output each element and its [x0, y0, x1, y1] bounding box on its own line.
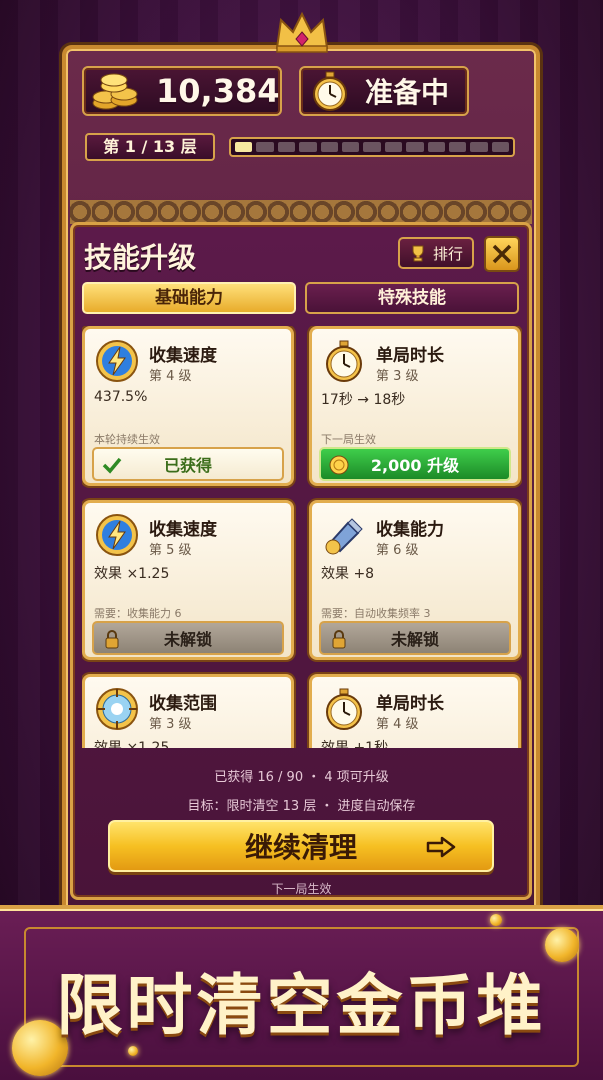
skill-card: 收集速度 第 4 级 437.5% 本轮持续生效 已获得: [82, 326, 294, 486]
stopwatch-icon: [326, 688, 362, 730]
progress-segment: [235, 142, 253, 152]
lightning-icon: [96, 340, 138, 382]
coin-icon: [490, 914, 502, 926]
skill-level: 第 3 级: [149, 717, 192, 732]
promo-title: 限时清空金币堆: [56, 966, 547, 1044]
skill-effect: 效果 +1秒: [321, 740, 389, 748]
continue-button[interactable]: 继续清理: [108, 820, 494, 872]
skill-name: 收集速度: [149, 520, 217, 540]
skill-effect: 效果 ×1.25: [94, 740, 170, 748]
skill-level: 第 4 级: [376, 717, 419, 732]
goal-text: 目标：限时清空 13 层 ・ 进度自动保存: [187, 799, 416, 814]
crown-icon: [275, 11, 329, 53]
level-indicator: 第 1 / 13 层: [85, 133, 215, 161]
skill-level: 第 4 级: [149, 369, 192, 384]
progress-segment: [320, 142, 338, 152]
arrow-right-icon: [426, 836, 456, 858]
coin-icon: [329, 455, 349, 475]
close-button[interactable]: [484, 236, 520, 272]
skill-name: 收集范围: [149, 694, 217, 714]
progress-segment: [448, 142, 467, 152]
progress-segment: [341, 142, 360, 152]
progress-segment: [256, 142, 274, 152]
rank-label: 排行: [432, 244, 463, 263]
magnet-icon: [325, 518, 363, 555]
locked-button: 未解锁: [92, 621, 284, 655]
trophy-icon: [412, 245, 424, 262]
close-icon: [492, 244, 512, 264]
footer-note: 下一局生效: [271, 882, 332, 896]
lock-icon: [332, 630, 346, 649]
coin-stack-icon: [92, 73, 138, 110]
skill-note: 下一局生效: [321, 433, 376, 446]
skill-effect: 437.5%: [94, 389, 148, 405]
locked-button: 未解锁: [319, 621, 511, 655]
coin-pile-strip: [70, 200, 532, 224]
checkmark-icon: [102, 457, 122, 474]
level-progress-bar: [229, 137, 515, 157]
skill-name: 收集速度: [149, 346, 217, 366]
skill-effect: 17秒 → 18秒: [321, 392, 406, 408]
upgrade-button[interactable]: 2,000 升级: [319, 447, 511, 481]
lightning-icon: [96, 514, 138, 556]
tab-basic-abilities[interactable]: 基础能力: [82, 282, 296, 314]
skill-name: 单局时长: [376, 346, 444, 366]
continue-label: 继续清理: [244, 831, 357, 864]
progress-segment: [299, 142, 317, 152]
target-icon: [96, 688, 138, 730]
skill-level: 第 3 级: [376, 369, 419, 384]
skill-card: 单局时长 第 4 级 效果 +1秒: [309, 674, 521, 748]
lock-icon: [105, 630, 119, 649]
skill-requirement: 需要：收集能力 6: [94, 607, 182, 620]
tab-special-skills[interactable]: 特殊技能: [305, 282, 519, 314]
skill-effect: 效果 +8: [321, 566, 375, 582]
progress-segment: [406, 142, 424, 152]
progress-segment: [277, 142, 296, 152]
locked-label: 未解锁: [390, 630, 439, 649]
skill-level: 第 5 级: [149, 543, 192, 558]
progress-segment: [427, 142, 445, 152]
status-text: 准备中: [365, 76, 450, 109]
round-status: 准备中: [299, 66, 469, 116]
progress-segment: [491, 142, 510, 152]
stopwatch-icon: [313, 71, 347, 111]
progress-segment: [363, 142, 381, 152]
skill-card: 收集能力 第 6 级 效果 +8 需要：自动收集频率 3 未解锁: [309, 500, 521, 660]
panel-title: 技能升级: [84, 241, 197, 274]
coin-counter: 10,384: [82, 66, 282, 116]
skill-card: 单局时长 第 3 级 17秒 → 18秒 下一局生效 2,000 升级: [309, 326, 521, 486]
skill-requirement: 需要：自动收集频率 3: [321, 607, 431, 620]
skill-card: 收集速度 第 5 级 效果 ×1.25 需要：收集能力 6 未解锁: [82, 500, 294, 660]
rank-button[interactable]: 排行: [398, 237, 474, 269]
owned-label: 已获得: [163, 456, 212, 475]
skill-note: 本轮持续生效: [94, 433, 160, 446]
progress-segment: [384, 142, 403, 152]
stopwatch-icon: [326, 340, 362, 382]
upgrade-label: 2,000 升级: [370, 456, 460, 475]
skill-effect: 效果 ×1.25: [94, 566, 170, 582]
owned-button: 已获得: [92, 447, 284, 481]
skill-card: 收集范围 第 3 级 效果 ×1.25: [82, 674, 294, 748]
collection-stats: 已获得 16 / 90 ・ 4 项可升级: [214, 770, 389, 785]
skill-name: 单局时长: [376, 694, 444, 714]
locked-label: 未解锁: [163, 630, 212, 649]
skill-name: 收集能力: [376, 520, 444, 540]
coin-count: 10,384: [156, 72, 280, 110]
skill-level: 第 6 级: [376, 543, 419, 558]
skill-grid[interactable]: 收集速度 第 4 级 437.5% 本轮持续生效 已获得 单局时长 第 3 级 …: [82, 326, 522, 748]
progress-segment: [470, 142, 488, 152]
